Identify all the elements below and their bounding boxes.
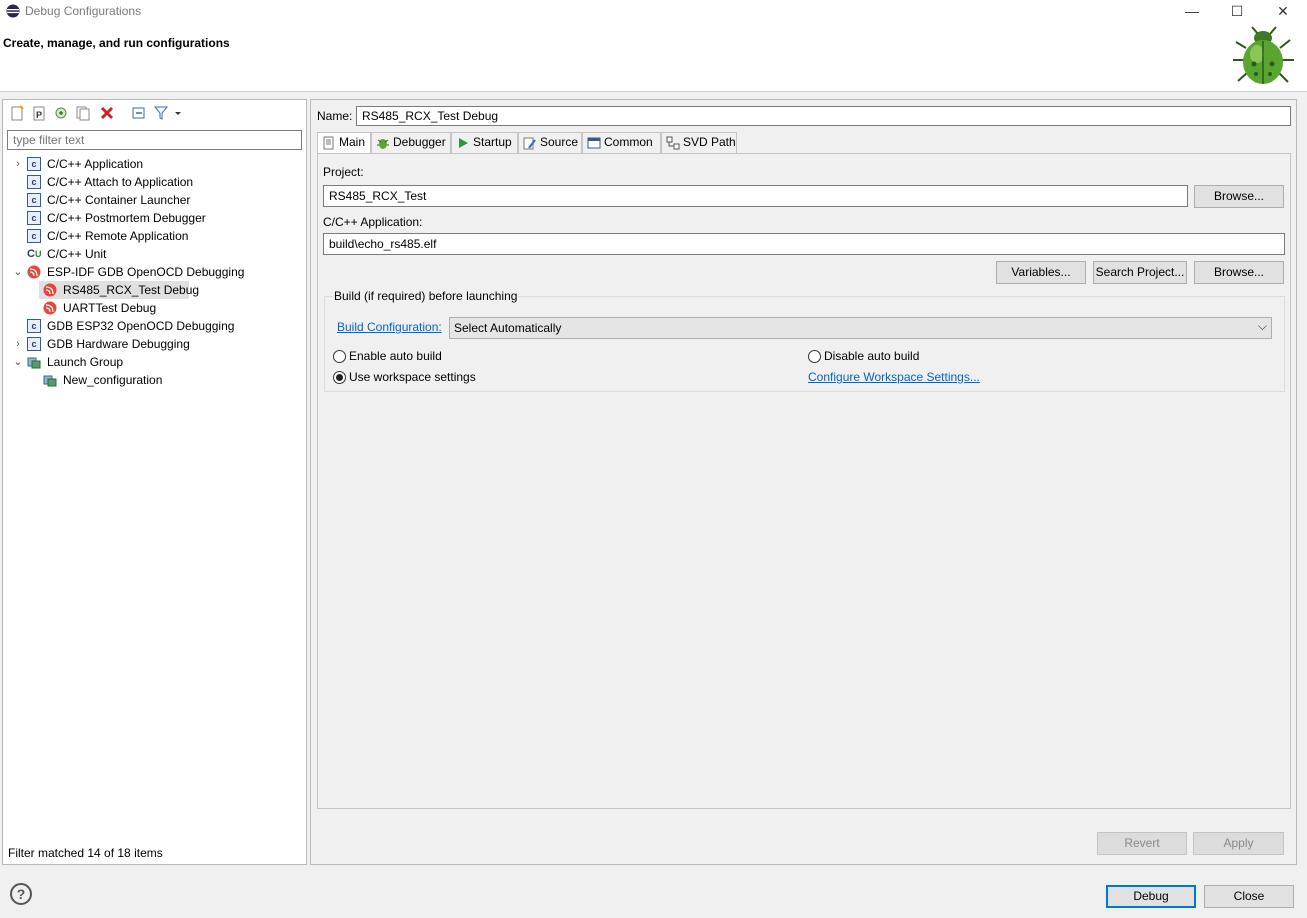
close-window-button[interactable]: ✕ [1260, 0, 1306, 22]
configuration-editor-panel: Name: RS485_RCX_Test Debug Main Debugger… [310, 99, 1297, 865]
duplicate-icon[interactable] [75, 105, 91, 121]
collapse-all-icon[interactable] [131, 105, 147, 121]
main-tab-content: Project: RS485_RCX_Test Browse... C/C++ … [317, 153, 1291, 809]
svd-tab-icon [666, 136, 680, 150]
c-file-icon: c [27, 175, 41, 189]
expand-arrow-icon[interactable]: › [13, 155, 23, 173]
new-prototype-icon[interactable]: P [31, 105, 47, 121]
browse-application-button[interactable]: Browse... [1194, 261, 1284, 284]
build-group: Build (if required) before launching Bui… [324, 289, 1285, 392]
variables-button[interactable]: Variables... [996, 261, 1086, 284]
configure-workspace-settings-link[interactable]: Configure Workspace Settings... [808, 370, 980, 384]
c-file-icon: c [27, 157, 41, 171]
filter-input[interactable] [7, 130, 302, 150]
apply-button[interactable]: Apply [1193, 832, 1284, 855]
c-unit-icon: CU [27, 248, 42, 260]
c-file-icon: c [27, 337, 41, 351]
dropdown-arrow-icon[interactable] [173, 105, 183, 121]
tree-item-label: C/C++ Unit [47, 247, 107, 261]
c-file-icon: c [27, 193, 41, 207]
minimize-button[interactable]: — [1169, 0, 1215, 22]
delete-icon[interactable] [99, 105, 115, 121]
tab-label: Debugger [393, 135, 446, 149]
c-file-icon: c [27, 211, 41, 225]
tree-item-label: C/C++ Application [47, 157, 144, 171]
tree-item-label: ESP-IDF GDB OpenOCD Debugging [47, 265, 245, 279]
build-configuration-select[interactable]: Select Automatically ⌵ [449, 317, 1272, 339]
configuration-tree-panel: P › c C/C++ Application c C/C++ Attach t… [2, 99, 307, 865]
close-button[interactable]: Close [1204, 885, 1294, 908]
build-configuration-link[interactable]: Build Configuration: [337, 320, 442, 334]
name-label: Name: [317, 109, 353, 123]
tree-item-label: GDB ESP32 OpenOCD Debugging [47, 319, 235, 333]
use-workspace-settings-label: Use workspace settings [349, 370, 476, 384]
help-icon[interactable]: ? [10, 883, 32, 905]
debug-button[interactable]: Debug [1106, 885, 1196, 908]
espressif-icon [43, 301, 57, 315]
tree-item-label: C/C++ Remote Application [47, 229, 189, 243]
tab-label: Startup [473, 135, 512, 149]
espressif-icon [27, 265, 41, 279]
tab-label: SVD Path [683, 135, 736, 149]
name-input[interactable]: RS485_RCX_Test Debug [356, 106, 1291, 126]
espressif-icon [43, 283, 57, 297]
startup-tab-icon [459, 137, 468, 148]
enable-auto-build-radio[interactable] [333, 350, 346, 363]
export-icon[interactable] [53, 105, 69, 121]
tree-item-label: GDB Hardware Debugging [47, 337, 190, 351]
tree-item-label: UARTTest Debug [63, 301, 157, 315]
tree-item-label: New_configuration [63, 373, 163, 387]
build-group-title: Build (if required) before launching [333, 289, 519, 303]
search-project-button[interactable]: Search Project... [1093, 261, 1187, 284]
launch-group-icon [43, 375, 57, 387]
tab-source[interactable]: Source [518, 132, 582, 153]
launch-group-icon [27, 357, 41, 369]
tree-item-label: C/C++ Postmortem Debugger [47, 211, 206, 225]
c-file-icon: c [27, 319, 41, 333]
source-tab-icon [523, 137, 536, 150]
application-label: C/C++ Application: [323, 215, 423, 229]
expand-arrow-icon[interactable]: › [13, 335, 23, 353]
window-title: Debug Configurations [25, 4, 142, 18]
debugger-tab-icon [377, 138, 389, 149]
title-bar: Debug Configurations — ☐ ✕ [0, 0, 1307, 22]
tree-item-label: C/C++ Container Launcher [47, 193, 191, 207]
new-launch-configuration-icon[interactable] [9, 105, 25, 121]
tree-item-label: Launch Group [47, 355, 124, 369]
tab-svd-path[interactable]: SVD Path [661, 132, 737, 153]
tab-main[interactable]: Main [317, 132, 371, 154]
tab-label: Common [604, 135, 653, 149]
tab-common[interactable]: Common [582, 132, 661, 153]
debug-bug-icon [1233, 26, 1294, 84]
tab-label: Main [339, 135, 366, 149]
filter-icon[interactable] [153, 105, 169, 121]
dialog-heading: Create, manage, and run configurations [3, 36, 230, 50]
c-file-icon: c [27, 229, 41, 243]
tab-label: Source [540, 135, 579, 149]
maximize-button[interactable]: ☐ [1214, 0, 1260, 22]
tree-item-label: RS485_RCX_Test Debug [63, 283, 200, 297]
tab-debugger[interactable]: Debugger [371, 132, 451, 153]
filter-status-text: Filter matched 14 of 18 items [8, 846, 163, 860]
select-value: Select Automatically [454, 321, 562, 335]
dialog-header: Create, manage, and run configurations [0, 22, 1307, 92]
revert-button[interactable]: Revert [1097, 832, 1187, 855]
tab-startup[interactable]: Startup [451, 132, 518, 153]
project-input[interactable]: RS485_RCX_Test [323, 185, 1188, 207]
chevron-down-icon: ⌵ [1257, 319, 1267, 333]
common-tab-icon [587, 137, 601, 149]
main-tab-icon [323, 136, 334, 150]
svg-text:P: P [36, 110, 42, 120]
disable-auto-build-label: Disable auto build [824, 349, 920, 363]
application-input[interactable]: build\echo_rs485.elf [323, 233, 1285, 255]
enable-auto-build-label: Enable auto build [349, 349, 442, 363]
collapse-arrow-icon[interactable]: ⌄ [13, 263, 23, 281]
disable-auto-build-radio[interactable] [808, 350, 821, 363]
eclipse-icon [6, 4, 20, 18]
use-workspace-settings-radio[interactable] [333, 371, 346, 384]
tree-item-label: C/C++ Attach to Application [47, 175, 194, 189]
project-label: Project: [323, 165, 364, 179]
browse-project-button[interactable]: Browse... [1194, 185, 1284, 208]
collapse-arrow-icon[interactable]: ⌄ [13, 353, 23, 371]
